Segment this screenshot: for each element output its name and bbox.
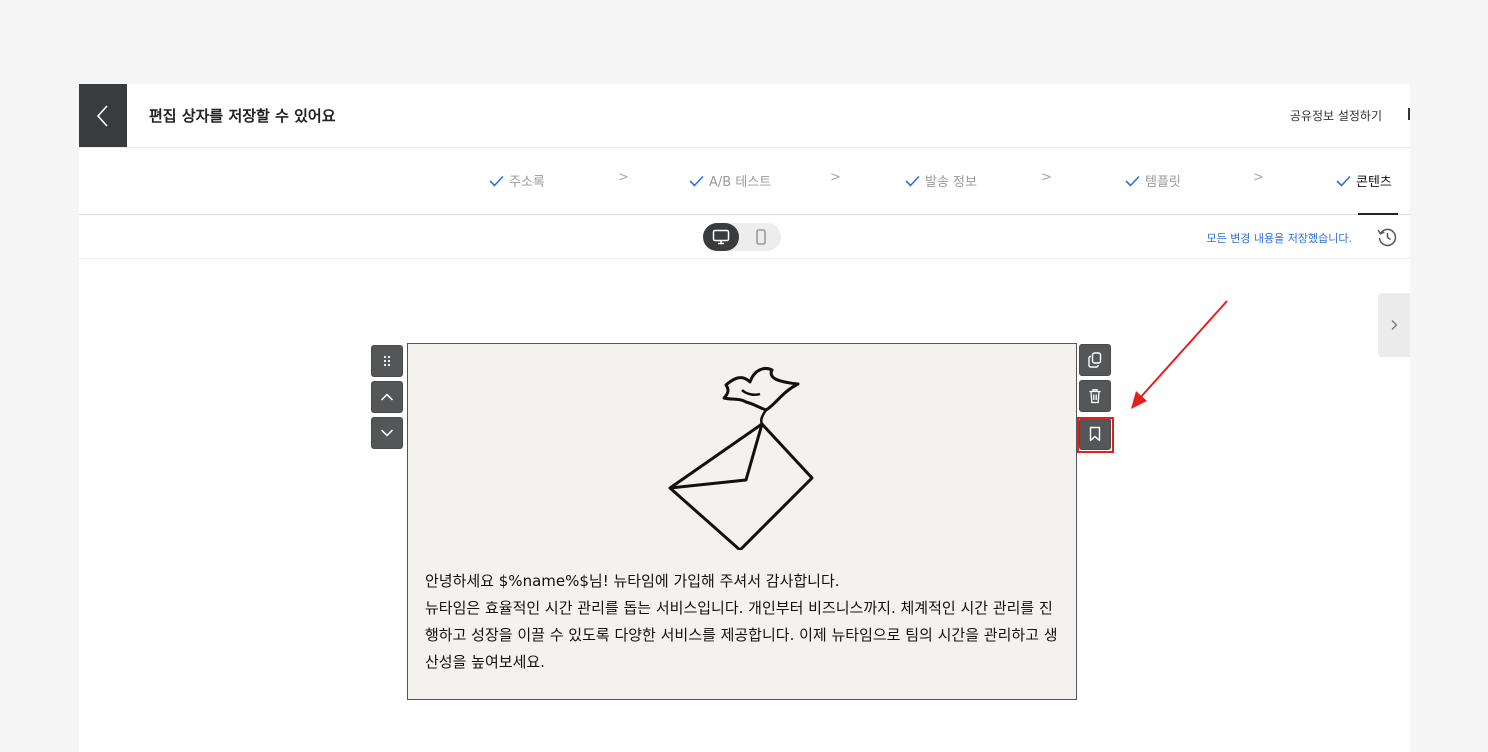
mobile-view-button[interactable] xyxy=(743,223,779,251)
step-separator: > xyxy=(618,170,629,185)
step-ab-test[interactable]: A/B 테스트 xyxy=(689,171,771,190)
history-icon[interactable] xyxy=(1376,226,1398,248)
delete-block-button[interactable] xyxy=(1079,380,1111,412)
drag-handle-icon xyxy=(383,355,391,367)
phone-icon xyxy=(756,229,766,245)
device-toggle xyxy=(703,223,781,251)
desktop-view-button[interactable] xyxy=(703,223,739,251)
header: 편집 상자를 저장할 수 있어요 공유정보 설정하기 xyxy=(79,84,1410,148)
page-title: 편집 상자를 저장할 수 있어요 xyxy=(149,107,336,125)
step-separator: > xyxy=(1041,170,1052,185)
check-icon xyxy=(1125,175,1140,187)
step-separator: > xyxy=(1253,170,1264,185)
check-icon xyxy=(1336,175,1351,187)
step-label: 템플릿 xyxy=(1145,175,1181,190)
step-content[interactable]: 콘텐츠 xyxy=(1336,171,1392,190)
step-navigation: 주소록 > A/B 테스트 > 발송 정보 > 템플릿 > 콘텐츠 xyxy=(79,148,1410,215)
step-label: A/B 테스트 xyxy=(709,175,772,190)
step-address-book[interactable]: 주소록 xyxy=(489,171,545,190)
header-edge-marker xyxy=(1408,108,1410,120)
step-template[interactable]: 템플릿 xyxy=(1125,171,1181,190)
side-panel-toggle[interactable] xyxy=(1378,293,1410,357)
step-label: 주소록 xyxy=(509,175,545,190)
chevron-up-icon xyxy=(380,393,394,401)
content-block[interactable]: 안녕하세요 $%name%$님! 뉴타임에 가입해 주셔서 감사합니다. 뉴타임… xyxy=(407,343,1077,700)
block-text[interactable]: 안녕하세요 $%name%$님! 뉴타임에 가입해 주셔서 감사합니다. 뉴타임… xyxy=(425,568,1065,676)
step-send-info[interactable]: 발송 정보 xyxy=(905,171,977,190)
block-paragraph: 안녕하세요 $%name%$님! 뉴타임에 가입해 주셔서 감사합니다. xyxy=(425,572,840,590)
step-label: 발송 정보 xyxy=(925,175,977,190)
check-icon xyxy=(689,175,704,187)
chevron-right-icon xyxy=(1391,320,1398,330)
duplicate-block-button[interactable] xyxy=(1079,344,1111,376)
chevron-left-icon xyxy=(96,104,108,127)
editor-app: 편집 상자를 저장할 수 있어요 공유정보 설정하기 주소록 > A/B 테스트… xyxy=(79,84,1410,752)
check-icon xyxy=(489,175,504,187)
trash-icon xyxy=(1089,389,1101,404)
back-button[interactable] xyxy=(79,84,127,147)
editor-toolbar: 모든 변경 내용을 저장했습니다. xyxy=(79,215,1410,259)
move-down-button[interactable] xyxy=(371,417,403,449)
save-status: 모든 변경 내용을 저장했습니다. xyxy=(1206,232,1352,245)
annotation-highlight-box xyxy=(1077,417,1114,453)
step-label: 콘텐츠 xyxy=(1356,175,1392,190)
chevron-down-icon xyxy=(380,429,394,437)
share-settings-link[interactable]: 공유정보 설정하기 xyxy=(1290,107,1382,124)
monitor-icon xyxy=(712,229,730,245)
copy-icon xyxy=(1088,352,1102,368)
drag-handle[interactable] xyxy=(371,345,403,377)
step-separator: > xyxy=(830,170,841,185)
envelope-illustration xyxy=(668,367,814,550)
move-up-button[interactable] xyxy=(371,381,403,413)
block-paragraph: 뉴타임은 효율적인 시간 관리를 돕는 서비스입니다. 개인부터 비즈니스까지.… xyxy=(425,599,1058,671)
check-icon xyxy=(905,175,920,187)
